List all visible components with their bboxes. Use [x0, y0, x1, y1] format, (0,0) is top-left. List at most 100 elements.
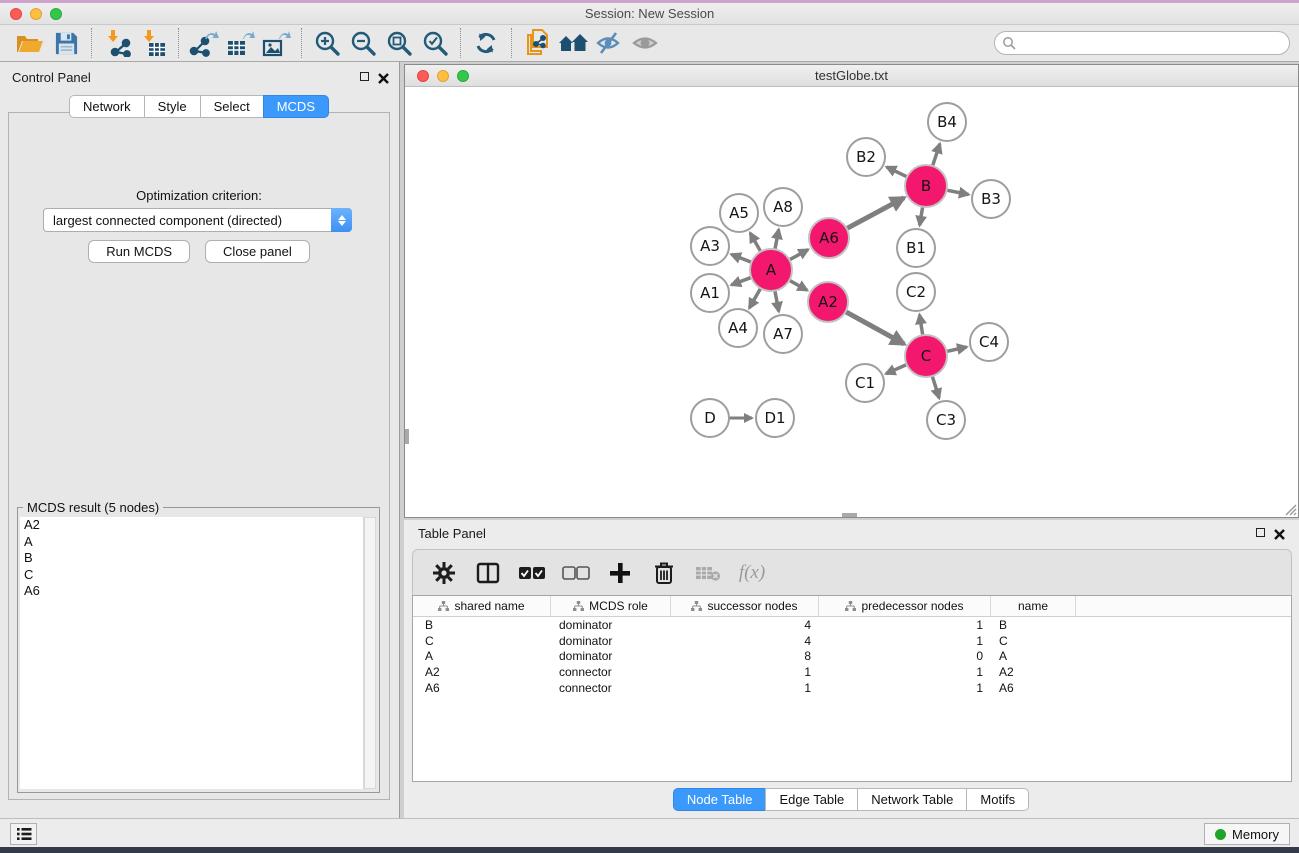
mcds-result-list[interactable]: A2ABCA6 — [20, 517, 364, 789]
import-table-button[interactable] — [135, 26, 171, 60]
select-all-button[interactable] — [515, 556, 549, 590]
table-row[interactable]: Bdominator41B — [413, 617, 1291, 633]
network-window-titlebar[interactable]: testGlobe.txt — [405, 65, 1298, 87]
table-cell: 1 — [819, 634, 991, 648]
network-graph[interactable]: B4B2BB3A8A5A6A3B1AC2A1A2A4A7C4CC1C3DD1 — [405, 87, 1298, 517]
edge-A-A7[interactable] — [775, 290, 779, 312]
hide-details-button[interactable] — [591, 26, 627, 60]
task-history-button[interactable] — [10, 823, 37, 845]
edge-C-C3[interactable] — [932, 375, 939, 398]
result-item[interactable]: A6 — [20, 583, 363, 600]
close-panel-button[interactable]: Close panel — [205, 240, 310, 263]
vertical-scroll-thumb[interactable] — [405, 429, 409, 444]
table-cell: 4 — [671, 634, 819, 648]
edge-B-B3[interactable] — [946, 190, 969, 195]
column-type-icon — [573, 601, 584, 611]
resize-grip-icon[interactable] — [1283, 502, 1297, 516]
column-header-predecessor-nodes[interactable]: predecessor nodes — [819, 596, 991, 616]
edge-A-A8[interactable] — [775, 230, 779, 251]
zoom-in-button[interactable] — [309, 26, 345, 60]
table-cell: C — [991, 634, 1076, 648]
edge-A-A4[interactable] — [749, 287, 761, 308]
edge-B-B1[interactable] — [920, 206, 923, 226]
node-label-B1: B1 — [906, 239, 926, 257]
show-details-button[interactable] — [627, 26, 663, 60]
search-input[interactable] — [994, 31, 1290, 55]
result-item[interactable]: B — [20, 550, 363, 567]
table-cell: 1 — [819, 618, 991, 632]
table-row[interactable]: A2connector11A2 — [413, 664, 1291, 680]
tab-edge-table[interactable]: Edge Table — [765, 788, 858, 811]
open-session-button[interactable] — [12, 26, 48, 60]
export-network-button[interactable] — [186, 26, 222, 60]
network-canvas[interactable]: B4B2BB3A8A5A6A3B1AC2A1A2A4A7C4CC1C3DD1 — [405, 87, 1298, 517]
criterion-select[interactable]: largest connected component (directed) — [43, 208, 352, 232]
edge-A-A5[interactable] — [750, 233, 761, 253]
open-folder-icon — [15, 30, 45, 56]
clone-network-button[interactable] — [519, 26, 555, 60]
node-table[interactable]: shared nameMCDS rolesuccessor nodesprede… — [412, 595, 1292, 782]
tab-network-table[interactable]: Network Table — [857, 788, 967, 811]
tab-select[interactable]: Select — [200, 95, 264, 118]
close-panel-icon[interactable] — [378, 71, 389, 82]
edge-A-A2[interactable] — [788, 280, 807, 290]
edge-B-B2[interactable] — [887, 167, 908, 177]
table-settings-button[interactable] — [427, 556, 461, 590]
tab-motifs[interactable]: Motifs — [966, 788, 1029, 811]
float-panel-icon[interactable] — [360, 72, 369, 81]
column-header-successor-nodes[interactable]: successor nodes — [671, 596, 819, 616]
edge-A-A1[interactable] — [732, 277, 753, 285]
memory-button[interactable]: Memory — [1204, 823, 1290, 845]
save-session-button[interactable] — [48, 26, 84, 60]
export-image-button[interactable] — [258, 26, 294, 60]
import-network-button[interactable] — [99, 26, 135, 60]
tab-network[interactable]: Network — [69, 95, 145, 118]
edge-A2-C[interactable] — [845, 311, 904, 344]
zoom-out-button[interactable] — [345, 26, 381, 60]
edge-A6-B[interactable] — [846, 198, 904, 229]
columns-icon — [476, 562, 500, 584]
eye-icon — [630, 31, 660, 55]
deselect-all-button[interactable] — [559, 556, 593, 590]
close-table-panel-icon[interactable] — [1274, 527, 1285, 538]
result-item[interactable]: A2 — [20, 517, 363, 534]
zoom-fit-button[interactable] — [381, 26, 417, 60]
result-scrollbar[interactable] — [364, 517, 376, 789]
edge-C-C2[interactable] — [920, 315, 923, 337]
edge-B-B4[interactable] — [932, 144, 940, 167]
show-columns-button[interactable] — [471, 556, 505, 590]
tab-node-table[interactable]: Node Table — [673, 788, 767, 811]
tab-style[interactable]: Style — [144, 95, 201, 118]
table-row[interactable]: Adominator80A — [413, 649, 1291, 665]
edge-C-C1[interactable] — [886, 364, 908, 374]
result-item[interactable]: C — [20, 567, 363, 584]
control-panel-tabs: NetworkStyleSelectMCDS — [0, 95, 399, 118]
edge-C-C4[interactable] — [946, 347, 967, 352]
node-label-C1: C1 — [855, 374, 875, 392]
float-table-panel-icon[interactable] — [1256, 528, 1265, 537]
refresh-button[interactable] — [468, 26, 504, 60]
criterion-value: largest connected component (directed) — [44, 213, 331, 228]
export-table-button[interactable] — [222, 26, 258, 60]
control-panel-title: Control Panel — [12, 70, 91, 85]
column-header-name[interactable]: name — [991, 596, 1076, 616]
tab-mcds[interactable]: MCDS — [263, 95, 329, 118]
zoom-selected-button[interactable] — [417, 26, 453, 60]
column-header-MCDS-role[interactable]: MCDS role — [551, 596, 671, 616]
table-row[interactable]: Cdominator41C — [413, 633, 1291, 649]
node-label-A8: A8 — [773, 198, 793, 216]
edge-A-A3[interactable] — [731, 254, 752, 262]
column-header-shared-name[interactable]: shared name — [413, 596, 551, 616]
edge-A-A6[interactable] — [789, 250, 808, 261]
table-cell: dominator — [551, 618, 671, 632]
trash-icon — [653, 561, 675, 585]
run-mcds-button[interactable]: Run MCDS — [88, 240, 190, 263]
result-item[interactable]: A — [20, 534, 363, 551]
home-button[interactable] — [555, 26, 591, 60]
horizontal-scroll-thumb[interactable] — [842, 513, 857, 517]
list-icon — [16, 827, 32, 841]
create-column-button[interactable] — [603, 556, 637, 590]
table-row[interactable]: A6connector11A6 — [413, 680, 1291, 696]
delete-column-button[interactable] — [647, 556, 681, 590]
node-label-A1: A1 — [700, 284, 720, 302]
